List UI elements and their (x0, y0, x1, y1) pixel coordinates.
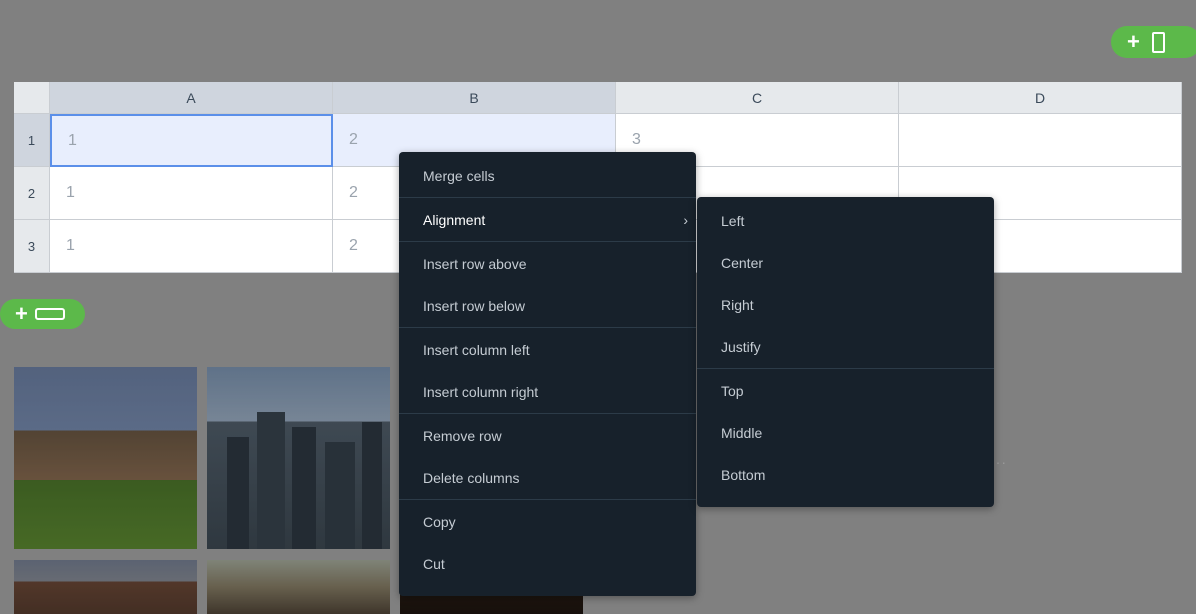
submenu-item-justify[interactable]: Justify (697, 326, 994, 368)
gallery-image-house[interactable] (14, 367, 197, 549)
gallery-image-cottage[interactable] (207, 560, 390, 614)
column-icon (1151, 31, 1165, 53)
menu-separator (399, 241, 696, 242)
row-header-2[interactable]: 2 (14, 167, 50, 220)
gallery-image-brick-house[interactable] (14, 560, 197, 614)
column-header-b[interactable]: B (333, 82, 616, 114)
submenu-item-bottom[interactable]: Bottom (697, 454, 994, 496)
plus-icon: + (15, 301, 28, 326)
alignment-submenu: Left Center Right Justify Top Middle Bot… (697, 197, 994, 507)
menu-item-alignment-label: Alignment (423, 212, 486, 228)
menu-item-delete-columns[interactable]: Delete columns (399, 457, 696, 499)
submenu-item-right[interactable]: Right (697, 284, 994, 326)
menu-item-insert-row-above[interactable]: Insert row above (399, 243, 696, 285)
cell-a1[interactable]: 1 (50, 114, 333, 167)
row-header-3[interactable]: 3 (14, 220, 50, 273)
cell-a3[interactable]: 1 (50, 220, 333, 273)
menu-item-cut[interactable]: Cut (399, 543, 696, 585)
menu-item-insert-row-below[interactable]: Insert row below (399, 285, 696, 327)
menu-separator (697, 368, 994, 369)
add-column-button[interactable]: + (1111, 26, 1196, 58)
menu-item-alignment[interactable]: Alignment › (399, 199, 696, 241)
menu-separator (399, 327, 696, 328)
submenu-item-left[interactable]: Left (697, 200, 994, 242)
gallery-image-city[interactable] (207, 367, 390, 549)
add-row-button[interactable]: + (0, 299, 85, 329)
submenu-item-middle[interactable]: Middle (697, 412, 994, 454)
column-header-a[interactable]: A (50, 82, 333, 114)
context-menu: Merge cells Alignment › Insert row above… (399, 152, 696, 596)
menu-separator (399, 197, 696, 198)
menu-item-merge-cells[interactable]: Merge cells (399, 155, 696, 197)
column-header-c[interactable]: C (616, 82, 899, 114)
row-header-1[interactable]: 1 (14, 114, 50, 167)
menu-separator (399, 413, 696, 414)
menu-item-remove-row[interactable]: Remove row (399, 415, 696, 457)
row-icon (34, 308, 65, 320)
menu-item-copy[interactable]: Copy (399, 501, 696, 543)
plus-icon: + (1127, 29, 1140, 54)
submenu-item-center[interactable]: Center (697, 242, 994, 284)
column-header-d[interactable]: D (899, 82, 1182, 114)
menu-item-insert-column-right[interactable]: Insert column right (399, 371, 696, 413)
cell-d1[interactable] (899, 114, 1182, 167)
menu-separator (399, 499, 696, 500)
submenu-item-top[interactable]: Top (697, 370, 994, 412)
chevron-right-icon: › (683, 212, 688, 228)
cell-a2[interactable]: 1 (50, 167, 333, 220)
menu-item-insert-column-left[interactable]: Insert column left (399, 329, 696, 371)
table-corner (14, 82, 50, 114)
